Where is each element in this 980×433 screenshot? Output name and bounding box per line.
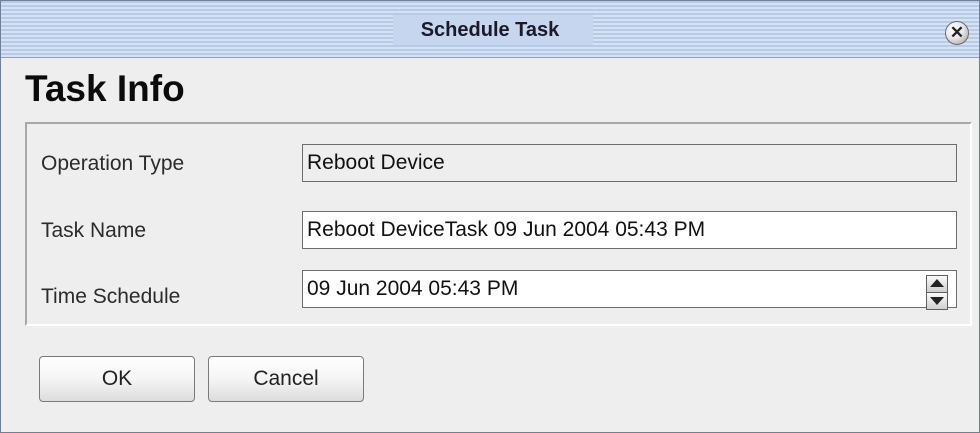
time-schedule-spinner bbox=[926, 275, 948, 310]
spin-down-icon bbox=[930, 297, 944, 305]
spin-up-icon bbox=[930, 279, 944, 287]
schedule-task-dialog: Schedule Task ✕ Task Info Operation Type… bbox=[0, 0, 980, 433]
spin-up-button[interactable] bbox=[926, 275, 948, 293]
task-name-input[interactable] bbox=[302, 211, 957, 249]
title-bar[interactable]: Schedule Task ✕ bbox=[1, 1, 979, 58]
task-name-label: Task Name bbox=[41, 219, 147, 242]
time-schedule-label: Time Schedule bbox=[41, 285, 181, 308]
close-button[interactable]: ✕ bbox=[945, 21, 969, 45]
ok-button[interactable]: OK bbox=[39, 356, 195, 402]
operation-type-label: Operation Type bbox=[41, 152, 185, 175]
window-title: Schedule Task bbox=[420, 19, 560, 41]
close-icon: ✕ bbox=[949, 23, 965, 42]
time-schedule-input[interactable] bbox=[302, 270, 957, 308]
cancel-button[interactable]: Cancel bbox=[208, 356, 364, 402]
section-heading: Task Info bbox=[25, 68, 185, 109]
spin-down-button[interactable] bbox=[926, 292, 948, 310]
operation-type-field: Reboot Device bbox=[302, 144, 957, 182]
